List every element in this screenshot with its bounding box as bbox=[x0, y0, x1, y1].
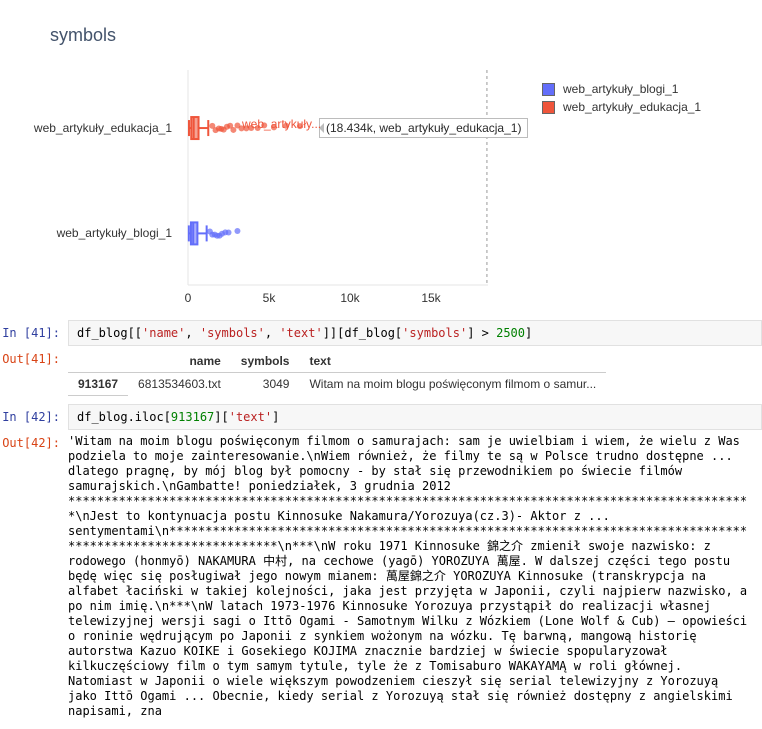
df-col-name: name bbox=[128, 350, 231, 373]
x-tick-label: 0 bbox=[185, 291, 192, 305]
output-prompt: Out[41]: bbox=[0, 346, 68, 372]
input-prompt: In [42]: bbox=[0, 404, 68, 430]
df-cell: Witam na moim blogu poświęconym filmom o… bbox=[299, 373, 606, 396]
y-tick-label: web_artykuły_blogi_1 bbox=[57, 226, 172, 240]
legend-item[interactable]: web_artykuły_blogi_1 bbox=[542, 80, 762, 98]
df-col-index bbox=[68, 350, 128, 373]
chart-container: symbols web_artykuły_edukacja_1 web_arty… bbox=[0, 0, 762, 320]
df-col-text: text bbox=[299, 350, 606, 373]
legend-swatch bbox=[542, 83, 555, 96]
chart-legend: web_artykuły_blogi_1 web_artykuły_edukac… bbox=[542, 80, 762, 116]
legend-label: web_artykuły_blogi_1 bbox=[563, 82, 678, 96]
chart-title: symbols bbox=[50, 25, 116, 46]
legend-item[interactable]: web_artykuły_edukacja_1 bbox=[542, 98, 762, 116]
cell-in-41: In [41]: df_blog[['name', 'symbols', 'te… bbox=[0, 320, 762, 346]
legend-swatch bbox=[542, 101, 555, 114]
df-cell: 3049 bbox=[231, 373, 300, 396]
dataframe-output: name symbols text 913167 6813534603.txt … bbox=[68, 346, 762, 404]
cell-in-42: In [42]: df_blog.iloc[913167]['text'] bbox=[0, 404, 762, 430]
x-tick-label: 15k bbox=[421, 291, 440, 305]
cell-out-42: Out[42]: 'Witam na moim blogu poświęcony… bbox=[0, 430, 762, 729]
x-tick-label: 10k bbox=[340, 291, 359, 305]
text-output: 'Witam na moim blogu poświęconym filmom … bbox=[68, 430, 762, 729]
code-input[interactable]: df_blog[['name', 'symbols', 'text']][df_… bbox=[68, 320, 762, 346]
df-row-index: 913167 bbox=[68, 373, 128, 396]
y-tick-label: web_artykuły_edukacja_1 bbox=[34, 121, 172, 135]
legend-label: web_artykuły_edukacja_1 bbox=[563, 100, 701, 114]
input-prompt: In [41]: bbox=[0, 320, 68, 346]
code-input[interactable]: df_blog.iloc[913167]['text'] bbox=[68, 404, 762, 430]
plot-svg[interactable] bbox=[188, 70, 488, 285]
x-tick-label: 5k bbox=[263, 291, 276, 305]
df-col-symbols: symbols bbox=[231, 350, 300, 373]
df-cell: 6813534603.txt bbox=[128, 373, 231, 396]
output-prompt: Out[42]: bbox=[0, 430, 68, 456]
table-row: 913167 6813534603.txt 3049 Witam na moim… bbox=[68, 373, 606, 396]
plot-area[interactable]: web_artykuły_edukacja_1 web_artykuły_blo… bbox=[188, 70, 488, 285]
dataframe-table: name symbols text 913167 6813534603.txt … bbox=[68, 350, 606, 396]
cell-out-41: Out[41]: name symbols text 913167 681353… bbox=[0, 346, 762, 404]
